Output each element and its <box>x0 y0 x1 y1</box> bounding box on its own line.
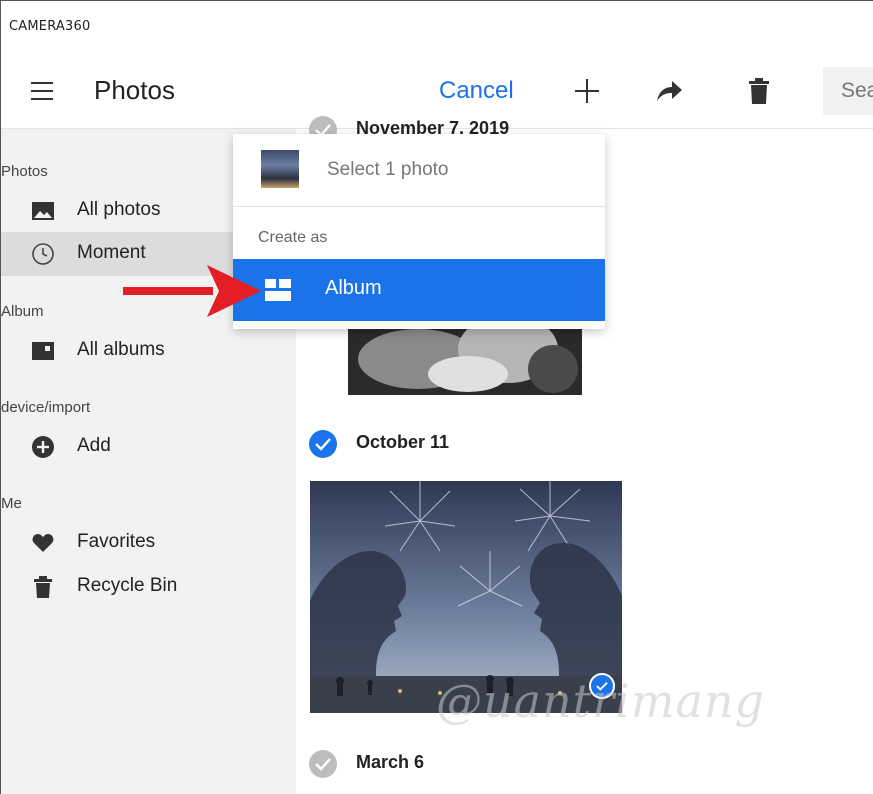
select-group-checkbox[interactable] <box>308 749 338 779</box>
sidebar-item-label: Favorites <box>77 531 156 552</box>
app-title: CAMERA360 <box>9 19 91 34</box>
sidebar-item-label: Recycle Bin <box>77 575 178 596</box>
menu-divider <box>233 206 605 207</box>
section-label-album: Album <box>1 303 44 320</box>
select-photo-row[interactable]: Select 1 photo <box>233 134 605 206</box>
date-label: March 6 <box>356 752 425 772</box>
heart-icon <box>32 534 54 552</box>
album-label: Album <box>325 277 382 299</box>
select-count-label: Select 1 photo <box>327 159 449 180</box>
selected-photo-thumbnail <box>261 150 299 188</box>
section-label-me: Me <box>1 495 22 512</box>
share-icon[interactable] <box>653 75 685 107</box>
album-grid-icon <box>265 279 291 301</box>
clock-icon <box>32 243 54 265</box>
add-circle-icon <box>32 436 54 458</box>
search-box[interactable] <box>823 67 873 115</box>
create-album-menu-item[interactable]: Album <box>233 259 605 321</box>
date-label: October 11 <box>356 432 450 452</box>
sidebar-item-label: All albums <box>77 339 165 360</box>
section-label-photos: Photos <box>1 163 48 180</box>
select-group-checkbox[interactable] <box>308 429 338 459</box>
photo-thumbnail[interactable] <box>348 319 582 395</box>
cancel-button[interactable]: Cancel <box>439 77 514 105</box>
app-window: CAMERA360 Photos Cancel Photos <box>0 0 873 794</box>
sidebar-item-recycle-bin[interactable]: Recycle Bin <box>1 565 296 609</box>
plus-icon[interactable] <box>571 75 603 107</box>
album-icon <box>32 342 54 360</box>
page-title: Photos <box>94 75 175 105</box>
red-arrow-annotation <box>123 265 261 317</box>
trash-icon[interactable] <box>743 75 775 107</box>
sidebar-item-add[interactable]: Add <box>1 425 296 469</box>
sidebar-item-label: Add <box>77 435 111 456</box>
create-dropdown-menu: Select 1 photo Create as Album <box>233 134 605 329</box>
create-as-label: Create as <box>258 229 328 246</box>
trash-icon <box>34 576 52 598</box>
search-input[interactable] <box>823 67 873 115</box>
sidebar-item-label: All photos <box>77 199 161 220</box>
sidebar-item-favorites[interactable]: Favorites <box>1 521 296 565</box>
sidebar-item-all-albums[interactable]: All albums <box>1 329 296 373</box>
photo-image <box>348 319 582 395</box>
menu-icon[interactable] <box>31 82 53 100</box>
section-label-device-import: device/import <box>1 399 91 416</box>
title-bar: CAMERA360 <box>1 1 873 53</box>
image-icon <box>32 202 54 220</box>
watermark: @uantrimang <box>436 674 765 728</box>
